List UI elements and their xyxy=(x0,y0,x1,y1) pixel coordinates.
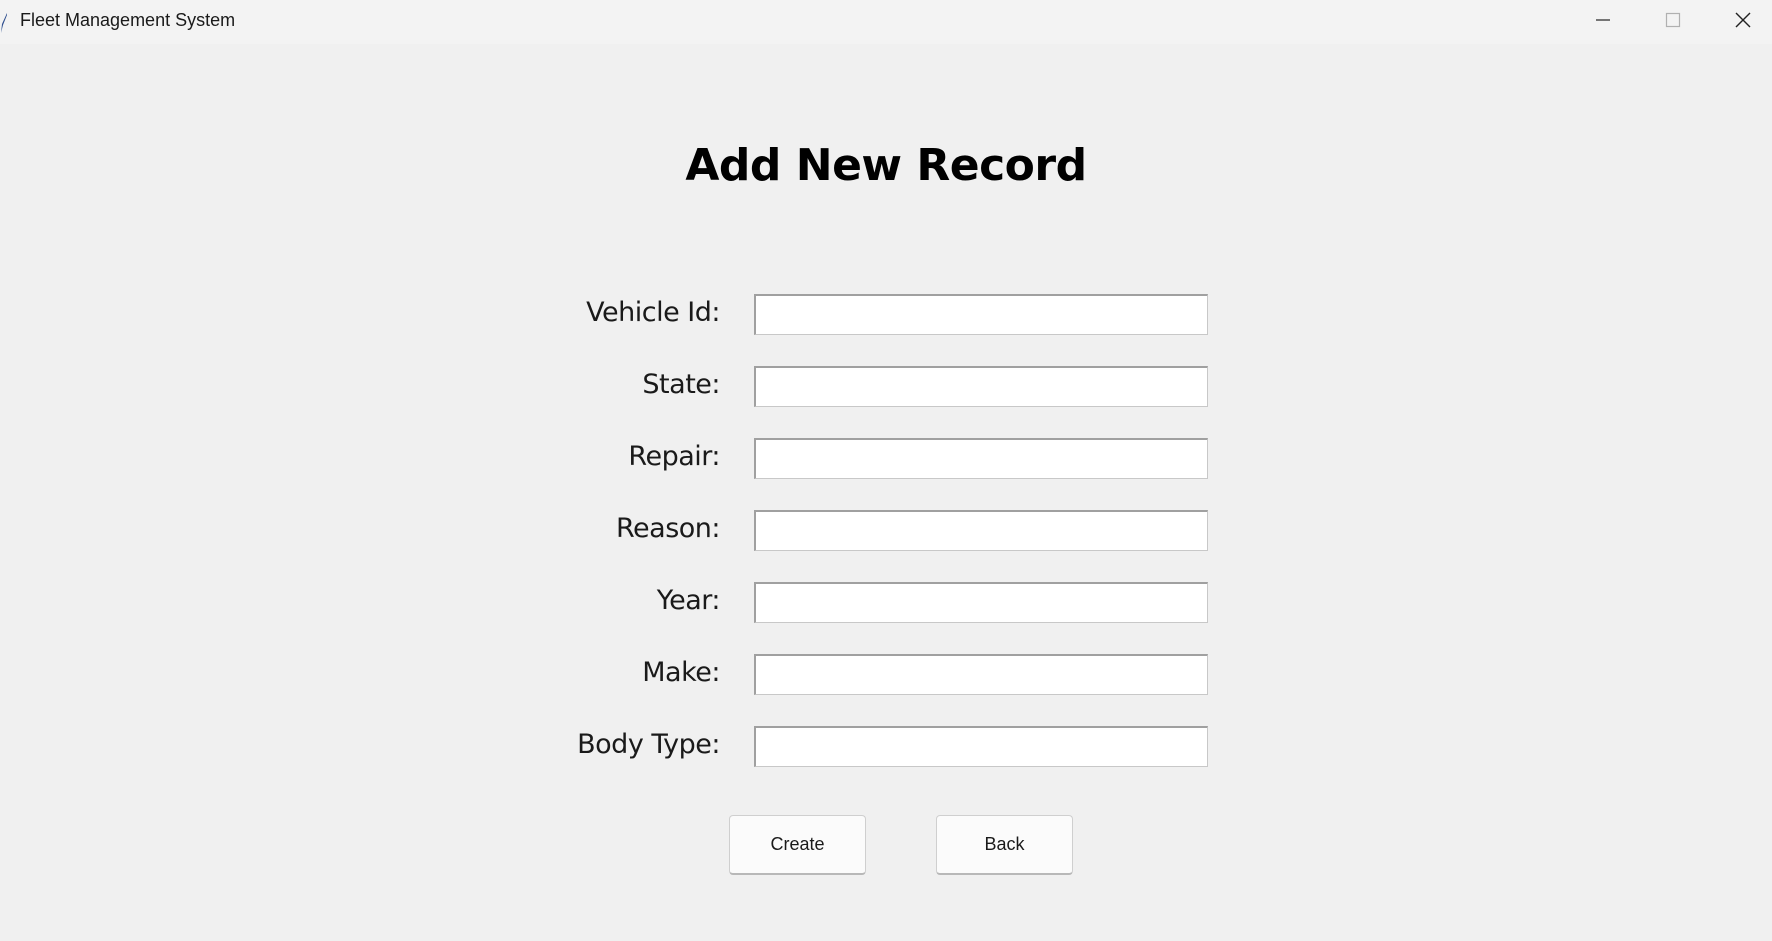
make-input[interactable] xyxy=(754,654,1208,695)
body-type-label: Body Type: xyxy=(577,729,720,760)
make-label: Make: xyxy=(642,657,720,688)
maximize-button[interactable] xyxy=(1640,0,1706,44)
create-button[interactable]: Create xyxy=(729,815,866,875)
state-input[interactable] xyxy=(754,366,1208,407)
reason-label: Reason: xyxy=(616,513,721,544)
year-label: Year: xyxy=(656,585,721,616)
window-title: Fleet Management System xyxy=(20,10,236,30)
app-window: Fleet Management System Add New Record V… xyxy=(0,0,1772,941)
close-icon xyxy=(1734,11,1752,34)
title-bar: Fleet Management System xyxy=(0,0,1772,44)
state-label: State: xyxy=(642,369,720,400)
repair-label: Repair: xyxy=(628,441,720,472)
maximize-icon xyxy=(1665,12,1681,33)
vehicle-id-input[interactable] xyxy=(754,294,1208,335)
feather-icon xyxy=(0,12,8,34)
close-button[interactable] xyxy=(1710,0,1772,44)
back-button[interactable]: Back xyxy=(936,815,1073,875)
page-title: Add New Record xyxy=(685,140,1087,191)
body-type-input[interactable] xyxy=(754,726,1208,767)
repair-input[interactable] xyxy=(754,438,1208,479)
vehicle-id-label: Vehicle Id: xyxy=(586,297,720,328)
minimize-button[interactable] xyxy=(1570,0,1636,44)
reason-input[interactable] xyxy=(754,510,1208,551)
year-input[interactable] xyxy=(754,582,1208,623)
minimize-icon xyxy=(1595,12,1611,33)
